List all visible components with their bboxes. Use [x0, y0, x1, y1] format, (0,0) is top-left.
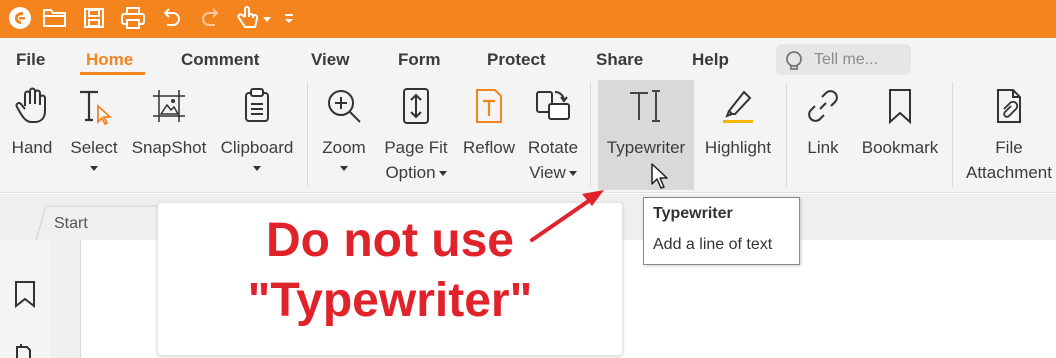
bookmarks-panel-icon[interactable]: [13, 280, 37, 308]
tab-file[interactable]: File: [16, 50, 45, 70]
rotate-view-icon: [536, 90, 570, 120]
clipboard-dropdown-icon[interactable]: [253, 166, 261, 171]
pages-panel-icon[interactable]: [13, 344, 39, 358]
print-icon[interactable]: [118, 4, 148, 32]
typewriter-icon: [630, 90, 660, 122]
ribbon-separator: [786, 82, 787, 187]
file-attachment-button[interactable]: File Attachment: [962, 80, 1056, 190]
bookmark-label: Bookmark: [861, 138, 939, 157]
menu-bar: File Home Comment View Form Protect Shar…: [0, 38, 1056, 80]
rotate-view-label: View: [524, 163, 582, 183]
tab-comment[interactable]: Comment: [181, 50, 259, 70]
file-attachment-icon: [997, 89, 1021, 123]
tab-form[interactable]: Form: [398, 50, 441, 70]
page-fit-dropdown-icon[interactable]: [438, 171, 447, 177]
typewriter-tooltip: Typewriter Add a line of text: [643, 197, 800, 265]
page-fit-label: Page Fit: [384, 138, 448, 157]
bookmark-icon: [889, 89, 911, 125]
zoom-icon: [328, 90, 361, 123]
rotate-view-button[interactable]: Rotate View: [524, 80, 582, 190]
tab-share[interactable]: Share: [596, 50, 643, 70]
customize-toolbar-icon[interactable]: [282, 4, 296, 32]
ribbon-separator: [307, 82, 308, 187]
zoom-label: Zoom: [322, 138, 366, 157]
tell-me-search[interactable]: Tell me...: [776, 44, 911, 75]
mouse-cursor-icon: [651, 163, 668, 189]
tab-view[interactable]: View: [311, 50, 349, 70]
highlighter-icon: [723, 90, 753, 123]
reflow-label: Reflow: [463, 138, 515, 157]
tooltip-description: Add a line of text: [653, 236, 773, 253]
annotation-line-1: Do not use: [265, 213, 515, 268]
highlight-label: Highlight: [704, 138, 772, 157]
zoom-dropdown-icon[interactable]: [340, 166, 348, 171]
typewriter-button[interactable]: Typewriter: [598, 80, 694, 190]
annotation-note: Do not use "Typewriter": [157, 202, 623, 356]
touch-mode-icon[interactable]: [236, 4, 280, 32]
title-bar: [0, 0, 1056, 38]
select-text-icon: [80, 90, 113, 126]
clipboard-label: Clipboard: [220, 138, 294, 157]
annotation-line-2: "Typewriter": [247, 273, 534, 328]
hand-label: Hand: [11, 138, 53, 157]
hand-icon: [15, 87, 46, 123]
ribbon-separator: [590, 82, 591, 187]
active-tab-indicator: [80, 72, 145, 75]
navigation-panel: [0, 240, 50, 358]
link-icon: [808, 90, 838, 122]
redo-icon[interactable]: [198, 4, 224, 32]
rotate-dropdown-icon[interactable]: [568, 171, 577, 177]
ribbon-toolbar: Hand Select SnapShot Clipboard Zoom Page…: [0, 80, 1056, 193]
select-dropdown-icon[interactable]: [90, 166, 98, 171]
rotate-label: Rotate: [527, 138, 579, 157]
clipboard-icon: [245, 88, 269, 122]
tab-protect[interactable]: Protect: [487, 50, 546, 70]
page-fit-option-button[interactable]: Page Fit Option: [378, 80, 454, 190]
snapshot-icon: [153, 90, 185, 122]
zoom-button[interactable]: Zoom: [316, 80, 372, 190]
save-icon[interactable]: [80, 4, 108, 32]
tab-home[interactable]: Home: [86, 50, 133, 70]
select-label: Select: [70, 138, 118, 157]
link-button[interactable]: Link: [796, 80, 850, 190]
page-fit-icon: [403, 88, 429, 124]
reflow-button[interactable]: Reflow: [458, 80, 520, 190]
page-fit-option-text: Option: [385, 163, 436, 182]
open-folder-icon[interactable]: [40, 4, 70, 32]
highlight-button[interactable]: Highlight: [698, 80, 778, 190]
hand-button[interactable]: Hand: [4, 80, 60, 190]
undo-icon[interactable]: [158, 4, 184, 32]
rotate-view-text: View: [529, 163, 566, 182]
lightbulb-icon: [786, 51, 802, 70]
file-label: File: [995, 138, 1023, 157]
attachment-label: Attachment: [966, 163, 1052, 182]
bookmark-button[interactable]: Bookmark: [856, 80, 944, 190]
page-fit-option-label: Option: [378, 163, 454, 183]
tell-me-placeholder: Tell me...: [814, 51, 879, 68]
tooltip-title: Typewriter: [653, 205, 733, 222]
link-label: Link: [807, 138, 839, 157]
start-tab-label[interactable]: Start: [54, 215, 88, 233]
app-logo-icon: [6, 4, 34, 32]
reflow-icon: [476, 89, 502, 123]
typewriter-label: Typewriter: [606, 138, 686, 157]
snapshot-button[interactable]: SnapShot: [128, 80, 210, 190]
clipboard-button[interactable]: Clipboard: [214, 80, 300, 190]
snapshot-label: SnapShot: [131, 138, 207, 157]
select-button[interactable]: Select: [66, 80, 122, 190]
ribbon-separator: [952, 82, 953, 187]
tab-help[interactable]: Help: [692, 50, 729, 70]
